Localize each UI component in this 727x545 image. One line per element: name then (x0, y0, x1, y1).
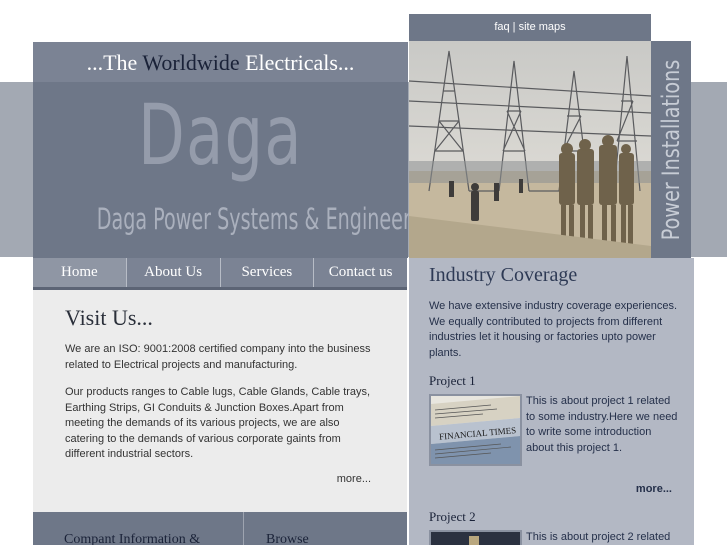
site-header: ...The Worldwide Electricals... Daga Dag… (33, 42, 421, 258)
project2-thumbnail-art (431, 532, 520, 545)
company-name: Daga Power Systems & Engineers (96, 202, 421, 236)
industry-coverage-panel: Industry Coverage We have extensive indu… (409, 258, 694, 545)
faq-link[interactable]: faq (494, 21, 509, 33)
project2-thumbnail[interactable] (429, 530, 522, 545)
nav-contact-us[interactable]: Contact us (314, 258, 407, 287)
visit-us-section: Visit Us... We are an ISO: 9001:2008 cer… (33, 290, 407, 512)
project-1-title: Project 1 (429, 373, 476, 388)
brand-logo-text[interactable]: Daga (86, 86, 356, 184)
project-1-more-link[interactable]: more... (636, 483, 672, 495)
footer-bar: Compant Information & Browse (33, 512, 407, 545)
footer-company-info: Compant Information & (33, 512, 244, 545)
newspaper-thumbnail-art: FINANCIAL TIMES (431, 396, 520, 464)
tagline-text: ...The (86, 50, 143, 75)
visit-us-paragraph-1: We are an ISO: 9001:2008 certified compa… (65, 343, 371, 371)
tagline-highlight: Worldwide (142, 50, 240, 75)
visit-us-paragraph-2: Our products ranges to Cable lugs, Cable… (65, 386, 371, 460)
footer-company-info-title: Compant Information & (64, 532, 201, 545)
nav-about-us[interactable]: About Us (127, 258, 221, 287)
newspaper-thumbnail[interactable]: FINANCIAL TIMES (429, 394, 522, 466)
project-1-description: This is about project 1 related to some … (526, 395, 678, 454)
visit-us-more-link[interactable]: more... (337, 473, 371, 485)
power-installations-tab: Power Installations (651, 41, 691, 258)
top-links-bar: faq | site maps (409, 14, 651, 41)
visit-us-heading: Visit Us... (65, 305, 153, 330)
power-installation-photo (409, 41, 651, 258)
footer-browse-title: Browse (266, 532, 309, 545)
nav-home[interactable]: Home (33, 258, 127, 287)
project-2-description: This is about project 2 related (526, 531, 671, 543)
main-nav: Home About Us Services Contact us (33, 258, 407, 290)
site-tagline: ...The Worldwide Electricals... (33, 50, 408, 76)
sitemaps-link[interactable]: site maps (519, 21, 566, 33)
link-separator: | (509, 21, 519, 33)
power-installation-photo-art (409, 41, 651, 258)
industry-coverage-intro: We have extensive industry coverage expe… (429, 300, 678, 359)
industry-coverage-heading: Industry Coverage (429, 264, 578, 286)
nav-services[interactable]: Services (221, 258, 315, 287)
project-2-title: Project 2 (429, 509, 476, 524)
power-installations-label: Power Installations (657, 59, 685, 240)
tagline-text-end: Electricals... (239, 50, 355, 75)
